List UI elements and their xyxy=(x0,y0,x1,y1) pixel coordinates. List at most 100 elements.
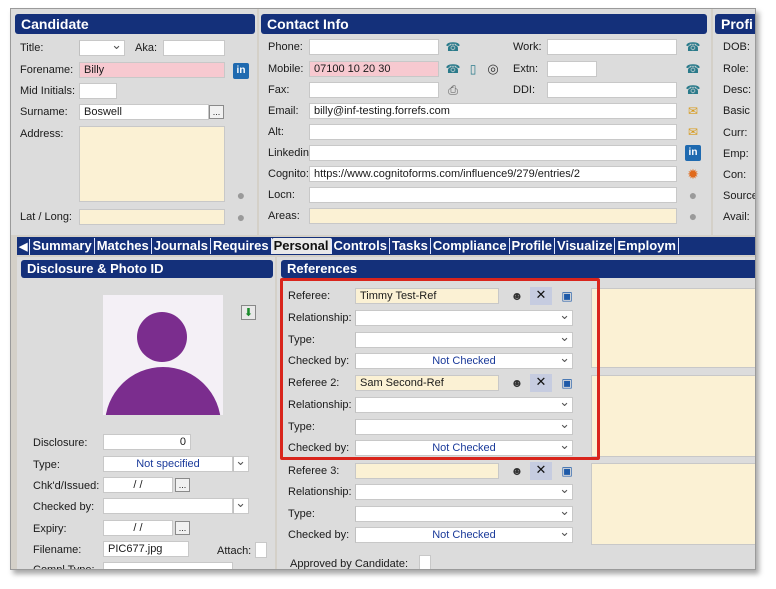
approved-by-candidate-checkbox[interactable] xyxy=(419,555,431,569)
referee-3-type-select[interactable] xyxy=(355,506,573,522)
work-call-icon[interactable]: ☎ xyxy=(685,39,701,55)
title-select[interactable] xyxy=(79,40,125,56)
profile-panel: Profi DOB: Role: Desc: Basic Curr: Emp: … xyxy=(713,9,756,235)
areas-input[interactable] xyxy=(309,208,677,224)
expiry-date[interactable]: / / xyxy=(103,520,173,536)
app-window: Candidate Title: Aka: Forename: Billy in… xyxy=(10,8,756,570)
email-input[interactable]: billy@inf-testing.forrefs.com xyxy=(309,103,677,119)
type-select[interactable]: Not specified xyxy=(103,456,233,472)
attach-checkbox[interactable] xyxy=(255,542,267,558)
tab-tasks[interactable]: Tasks xyxy=(390,238,431,254)
referee-3-checked-by-select[interactable]: Not Checked xyxy=(355,527,573,543)
address-textarea[interactable] xyxy=(79,126,225,202)
disclosure-header: Disclosure & Photo ID xyxy=(21,260,273,278)
work-label: Work: xyxy=(513,41,542,53)
tab-personal[interactable]: Personal xyxy=(271,238,332,254)
extn-input[interactable] xyxy=(547,61,597,77)
work-input[interactable] xyxy=(547,39,677,55)
chk-issued-date[interactable]: / / xyxy=(103,477,173,493)
approved-by-candidate-label: Approved by Candidate: xyxy=(290,558,409,570)
cognito-input[interactable]: https://www.cognitoforms.com/influence9/… xyxy=(309,166,677,182)
location-pin-icon[interactable]: ● xyxy=(233,209,249,225)
tab-visualize[interactable]: Visualize xyxy=(555,238,616,254)
tab-bar: ◀ Summary Matches Journals Requires Personal C… xyxy=(17,237,755,255)
locn-pin-icon[interactable]: ● xyxy=(685,187,701,203)
references-header: References xyxy=(281,260,755,278)
forename-input[interactable]: Billy xyxy=(79,62,225,78)
referee-3-person-icon[interactable]: ☻ xyxy=(509,463,525,479)
phone-label: Phone: xyxy=(268,41,303,53)
upload-photo-icon[interactable]: ⬇ xyxy=(241,305,256,320)
referee-3-link-icon[interactable]: ▣ xyxy=(559,463,575,479)
fax-label: Fax: xyxy=(268,84,290,96)
map-pin-icon[interactable]: ● xyxy=(233,187,249,203)
surname-input[interactable]: Boswell xyxy=(79,104,209,120)
ddi-call-icon[interactable]: ☎ xyxy=(685,82,701,98)
extn-call-icon[interactable]: ☎ xyxy=(685,61,701,77)
latlong-input[interactable] xyxy=(79,209,225,225)
tab-controls[interactable]: Controls xyxy=(332,238,390,254)
compl-type-select[interactable] xyxy=(103,562,233,569)
checked-by-select[interactable] xyxy=(103,498,233,514)
ddi-input[interactable] xyxy=(547,82,677,98)
mid-initials-input[interactable] xyxy=(79,83,117,99)
type-dropdown-arrow[interactable] xyxy=(233,456,249,472)
expiry-date-button[interactable]: ... xyxy=(175,521,190,535)
linkedin-profile-icon[interactable]: in xyxy=(685,145,701,161)
profile-label-source: Source xyxy=(723,190,756,202)
tab-employment[interactable]: Employm xyxy=(615,238,679,254)
chk-issued-date-button[interactable]: ... xyxy=(175,478,190,492)
ddi-label: DDI: xyxy=(513,84,535,96)
profile-label-dob: DOB: xyxy=(723,41,750,53)
alt-email-input[interactable] xyxy=(309,124,677,140)
mid-initials-label: Mid Initials: xyxy=(20,85,76,97)
linkedin-input[interactable] xyxy=(309,145,677,161)
print-icon[interactable]: ⎙ xyxy=(445,82,461,98)
linkedin-icon[interactable]: in xyxy=(233,63,249,79)
phone-input[interactable] xyxy=(309,39,439,55)
profile-label-desc: Desc: xyxy=(723,84,752,96)
aka-input[interactable] xyxy=(163,40,225,56)
checked-by-dropdown-arrow[interactable] xyxy=(233,498,249,514)
disclosure-label: Disclosure: xyxy=(33,437,88,449)
fax-input[interactable] xyxy=(309,82,439,98)
locn-label: Locn: xyxy=(268,189,295,201)
filename-input[interactable]: PIC677.jpg xyxy=(103,541,189,557)
tab-back-arrow-icon[interactable]: ◀ xyxy=(17,239,31,255)
mobile-input[interactable]: 07100 10 20 30 xyxy=(309,61,439,77)
locn-input[interactable] xyxy=(309,187,677,203)
profile-label-con: Con: xyxy=(723,169,747,181)
disclosure-input[interactable]: 0 xyxy=(103,434,191,450)
tab-summary[interactable]: Summary xyxy=(30,238,95,254)
checked-by-label: Checked by: xyxy=(33,501,95,513)
tab-requires[interactable]: Requires xyxy=(211,238,272,254)
cognito-label: Cognito: xyxy=(268,168,309,180)
referee-2-notes[interactable] xyxy=(591,375,755,457)
referee-3-notes[interactable] xyxy=(591,463,755,545)
sms-icon[interactable]: ▯ xyxy=(465,61,481,77)
tab-journals[interactable]: Journals xyxy=(152,238,211,254)
email-envelope-icon[interactable]: ✉ xyxy=(685,103,701,119)
phone-call-icon[interactable]: ☎ xyxy=(445,39,461,55)
email-label: Email: xyxy=(268,105,299,117)
referee-3-clear-icon[interactable]: ✕ xyxy=(530,462,552,480)
referee-3-relationship-select[interactable] xyxy=(355,484,573,500)
title-label: Title: xyxy=(20,42,44,54)
attach-label: Attach: xyxy=(217,545,252,557)
referee-3-name[interactable] xyxy=(355,463,499,479)
tab-compliance[interactable]: Compliance xyxy=(431,238,510,254)
mobile-call-icon[interactable]: ☎ xyxy=(445,61,461,77)
whatsapp-icon[interactable]: ◎ xyxy=(485,61,501,77)
linkedin-label: Linkedin: xyxy=(268,147,313,159)
photo-placeholder[interactable] xyxy=(103,295,223,415)
avatar-head xyxy=(137,312,187,362)
disclosure-panel: Disclosure & Photo ID ⬇ Disclosure: 0 Ty… xyxy=(17,257,275,569)
alt-envelope-icon[interactable]: ✉ xyxy=(685,124,701,140)
cognito-gear-icon[interactable]: ✹ xyxy=(685,166,701,182)
chk-issued-label: Chk'd/Issued: xyxy=(33,480,100,492)
referee-1-notes[interactable] xyxy=(591,288,755,368)
areas-pin-icon[interactable]: ● xyxy=(685,208,701,224)
surname-lookup-button[interactable]: ... xyxy=(209,105,224,119)
tab-profile[interactable]: Profile xyxy=(510,238,556,254)
tab-matches[interactable]: Matches xyxy=(95,238,152,254)
